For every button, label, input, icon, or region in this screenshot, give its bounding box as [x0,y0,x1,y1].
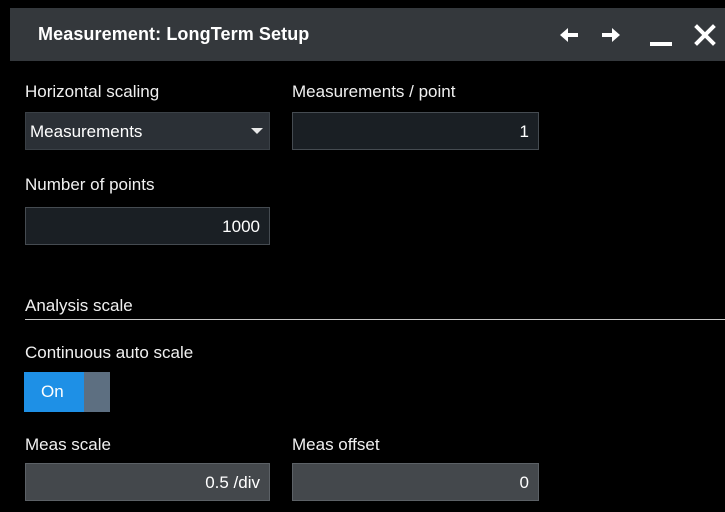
measurements-per-point-label: Measurements / point [292,82,456,101]
meas-scale-value: 0.5 /div [205,473,260,492]
meas-offset-label: Meas offset [292,435,380,454]
analysis-scale-section-title: Analysis scale [25,296,133,315]
continuous-auto-scale-label: Continuous auto scale [25,343,194,362]
number-of-points-value: 1000 [222,217,260,236]
horizontal-scaling-value: Measurements [30,122,143,141]
title-bar: Measurement: LongTerm Setup [10,8,725,61]
meas-offset-value: 0 [519,473,529,492]
measurements-per-point-value: 1 [519,122,529,141]
meas-scale-label: Meas scale [25,435,111,454]
dialog-title: Measurement: LongTerm Setup [38,24,310,44]
horizontal-scaling-label: Horizontal scaling [25,82,160,101]
measurements-per-point-input[interactable]: 1 [292,112,539,150]
meas-scale-input[interactable]: 0.5 /div [25,463,270,501]
continuous-auto-scale-toggle[interactable]: On [24,372,110,412]
section-divider [25,319,725,320]
number-of-points-label: Number of points [25,175,155,194]
meas-offset-input[interactable]: 0 [292,463,539,501]
close-icon[interactable] [692,22,718,48]
toggle-knob [84,372,110,412]
toggle-on-segment: On [24,372,84,412]
setup-dialog: Measurement: LongTerm Setup Horizontal s… [10,8,725,512]
horizontal-scaling-select[interactable]: Measurements [25,112,270,150]
toggle-state-label: On [41,382,64,401]
minimize-icon[interactable] [648,22,674,48]
chevron-down-icon [251,128,263,134]
number-of-points-input[interactable]: 1000 [25,207,270,245]
arrow-left-icon[interactable] [556,22,582,48]
arrow-right-icon[interactable] [598,22,624,48]
